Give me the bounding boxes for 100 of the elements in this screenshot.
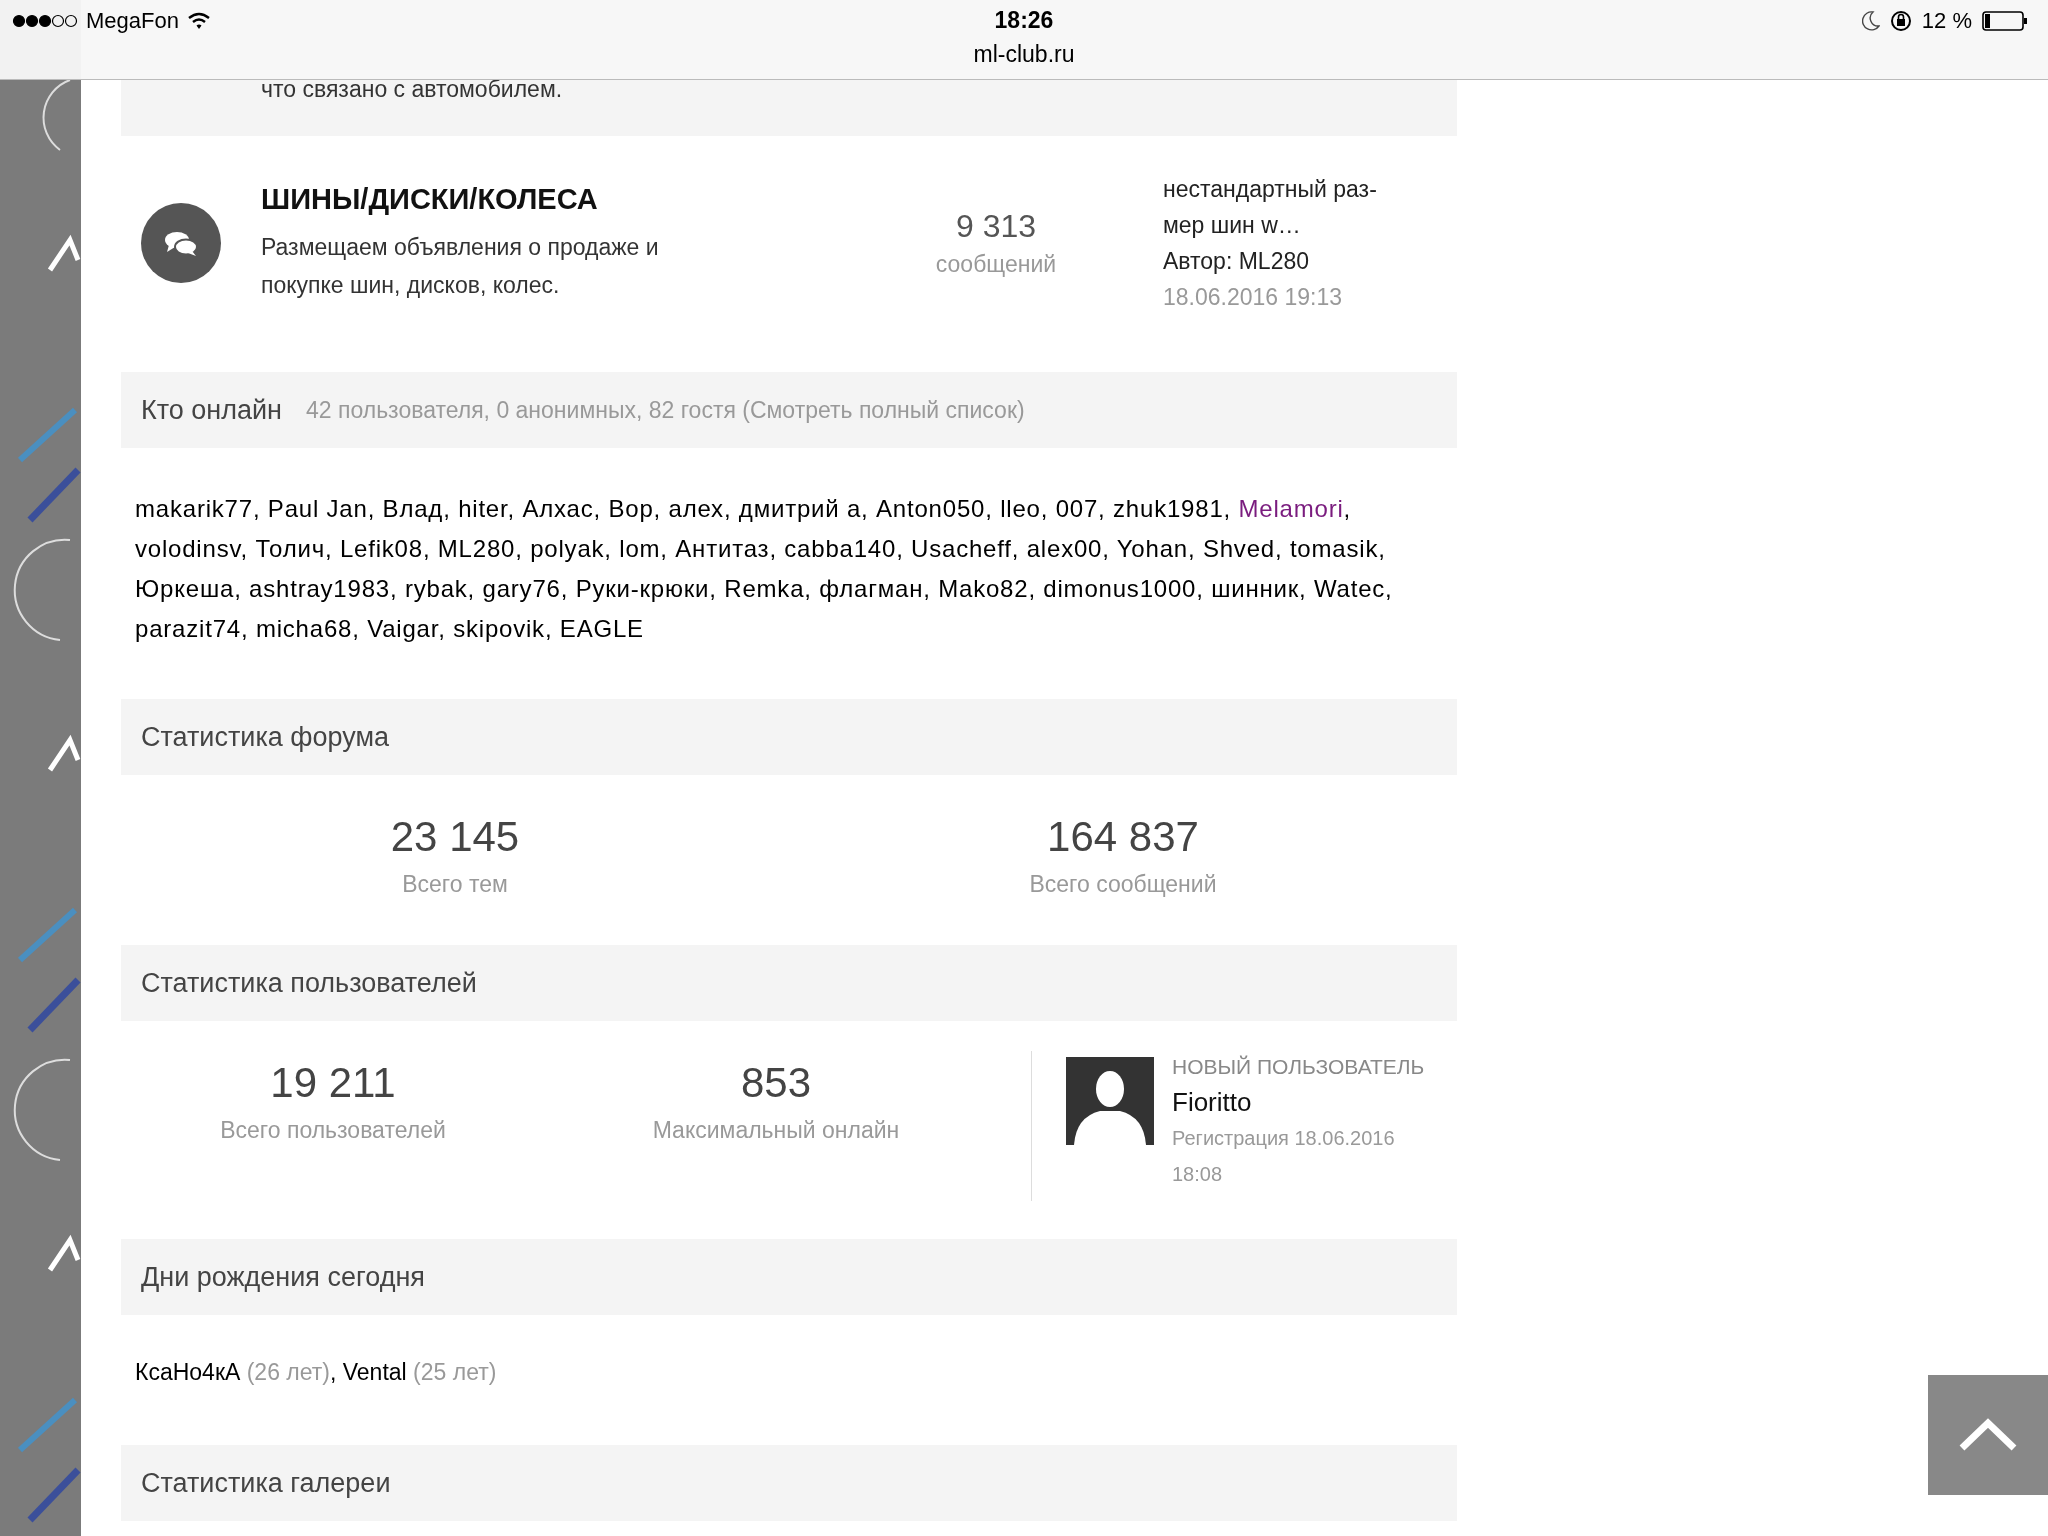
list-separator: ,: [240, 535, 248, 562]
post-count-label: сообщений: [934, 251, 1058, 278]
user-link[interactable]: Usacheff: [911, 535, 1012, 562]
user-link[interactable]: Watec: [1314, 575, 1386, 602]
stat-label: Всего тем: [401, 871, 509, 898]
battery-percent: 12 %: [1921, 8, 1972, 34]
section-title: Кто онлайн: [141, 394, 282, 426]
rotation-lock-icon: [1889, 10, 1912, 32]
section-title: Дни рождения сегодня: [141, 1261, 425, 1293]
user-link[interactable]: dimonus1000: [1043, 575, 1197, 602]
last-post-author: Автор: ML280: [1163, 247, 1311, 276]
list-separator: ,: [769, 535, 777, 562]
stat-label: Максимальный онлайн: [651, 1117, 901, 1144]
user-link[interactable]: Remka: [724, 575, 805, 602]
user-link[interactable]: alex00: [1026, 535, 1103, 562]
user-link[interactable]: Anton050: [876, 495, 986, 522]
stat-label: Всего сообщений: [1028, 871, 1218, 898]
user-link[interactable]: makarik77: [135, 495, 253, 522]
user-link[interactable]: volodinsv: [135, 535, 241, 562]
user-link[interactable]: ashtray1983: [249, 575, 390, 602]
list-separator: ,: [709, 575, 717, 602]
list-separator: ,: [723, 495, 732, 522]
clock-time: 18:26: [994, 7, 1054, 33]
user-link[interactable]: Shved: [1202, 535, 1275, 562]
list-separator: ,: [352, 615, 360, 642]
user-link[interactable]: Влад: [382, 495, 444, 522]
list-separator: ,: [1028, 575, 1036, 602]
user-link[interactable]: КсаНо4кА: [135, 1359, 241, 1385]
user-link[interactable]: шинник: [1211, 575, 1300, 602]
user-link[interactable]: polyak: [530, 535, 605, 562]
chevron-up-icon: [1958, 1418, 2018, 1452]
stat-value: 19 211: [269, 1059, 397, 1107]
user-link[interactable]: lom: [619, 535, 661, 562]
user-link[interactable]: 007: [1055, 495, 1099, 522]
user-link[interactable]: Mako82: [938, 575, 1029, 602]
list-separator: ,: [653, 495, 662, 522]
list-separator: ,: [1274, 535, 1283, 562]
avatar-silhouette-icon: [1066, 1057, 1154, 1145]
stat-value: 164 837: [1046, 813, 1200, 861]
list-separator: ,: [324, 535, 333, 562]
list-separator: ,: [804, 575, 812, 602]
user-link[interactable]: Vental: [342, 1359, 407, 1385]
stat-value: 23 145: [389, 813, 521, 861]
list-separator: ,: [1040, 495, 1049, 522]
list-separator: ,: [422, 535, 431, 562]
user-age: (25 лет): [413, 1359, 497, 1385]
list-separator: ,: [438, 615, 446, 642]
last-post-link[interactable]: нестандартный раз- мер шин w…: [1163, 171, 1377, 243]
list-separator: ,: [1223, 495, 1231, 522]
signal-icon: [12, 14, 78, 28]
forum-description: что связано с автомобилем.: [261, 76, 563, 103]
list-separator: ,: [329, 1359, 337, 1385]
user-link[interactable]: tomasik: [1289, 535, 1379, 562]
post-count: 9 313: [954, 208, 1038, 245]
forum-title[interactable]: ШИНЫ/ДИСКИ/КОЛЕСА: [261, 182, 741, 216]
user-link[interactable]: gary76: [482, 575, 561, 602]
user-link[interactable]: Вор: [608, 495, 654, 522]
user-link[interactable]: micha68: [255, 615, 353, 642]
user-link[interactable]: zhuk1981: [1113, 495, 1224, 522]
user-link[interactable]: Толич: [255, 535, 325, 562]
user-link[interactable]: Юркеша: [135, 575, 235, 602]
user-link[interactable]: lleo: [1000, 495, 1041, 522]
moon-icon: [1861, 11, 1880, 31]
list-separator: ,: [985, 495, 993, 522]
new-user-name[interactable]: Fioritto: [1172, 1087, 1442, 1118]
list-separator: ,: [660, 535, 668, 562]
user-link[interactable]: EAGLE: [559, 615, 644, 642]
section-title: Статистика галереи: [141, 1467, 391, 1499]
user-link[interactable]: алех: [668, 495, 724, 522]
user-link[interactable]: Vaigar: [367, 615, 439, 642]
battery-icon: [1982, 11, 2028, 31]
user-link[interactable]: Melamori: [1238, 495, 1344, 522]
stat-label: Всего пользователей: [219, 1117, 447, 1144]
last-post-date: 18.06.2016 19:13: [1163, 283, 1344, 312]
scroll-to-top-button[interactable]: [1928, 1375, 2048, 1495]
list-separator: ,: [896, 535, 904, 562]
user-link[interactable]: cabba140: [784, 535, 897, 562]
list-separator: ,: [234, 575, 242, 602]
registration-date: Регистрация 18.06.2016 18:08: [1172, 1126, 1396, 1187]
user-link[interactable]: Алхас: [522, 495, 594, 522]
list-separator: ,: [389, 575, 398, 602]
stat-value: 853: [739, 1059, 813, 1107]
user-link[interactable]: дмитрий а: [738, 495, 862, 522]
user-link[interactable]: Yohan: [1116, 535, 1188, 562]
user-link[interactable]: флагман: [819, 575, 924, 602]
page-address[interactable]: ml-club.ru: [973, 41, 1075, 67]
user-link[interactable]: rybak: [404, 575, 468, 602]
user-link[interactable]: Антитаз: [675, 535, 770, 562]
forum-description: Размещаем объявления о продаже и покупке шин, дисков, колес.: [261, 232, 660, 300]
user-link[interactable]: skipovik: [453, 615, 545, 642]
user-link[interactable]: Paul Jan: [267, 495, 368, 522]
list-separator: ,: [593, 495, 601, 522]
list-separator: ,: [544, 615, 553, 642]
user-link[interactable]: Руки-крюки: [575, 575, 710, 602]
list-separator: ,: [507, 495, 515, 522]
user-link[interactable]: Lefik08: [339, 535, 423, 562]
list-separator: ,: [367, 495, 376, 522]
user-link[interactable]: parazit74: [135, 615, 241, 642]
user-link[interactable]: hiter: [458, 495, 508, 522]
user-link[interactable]: ML280: [437, 535, 516, 562]
